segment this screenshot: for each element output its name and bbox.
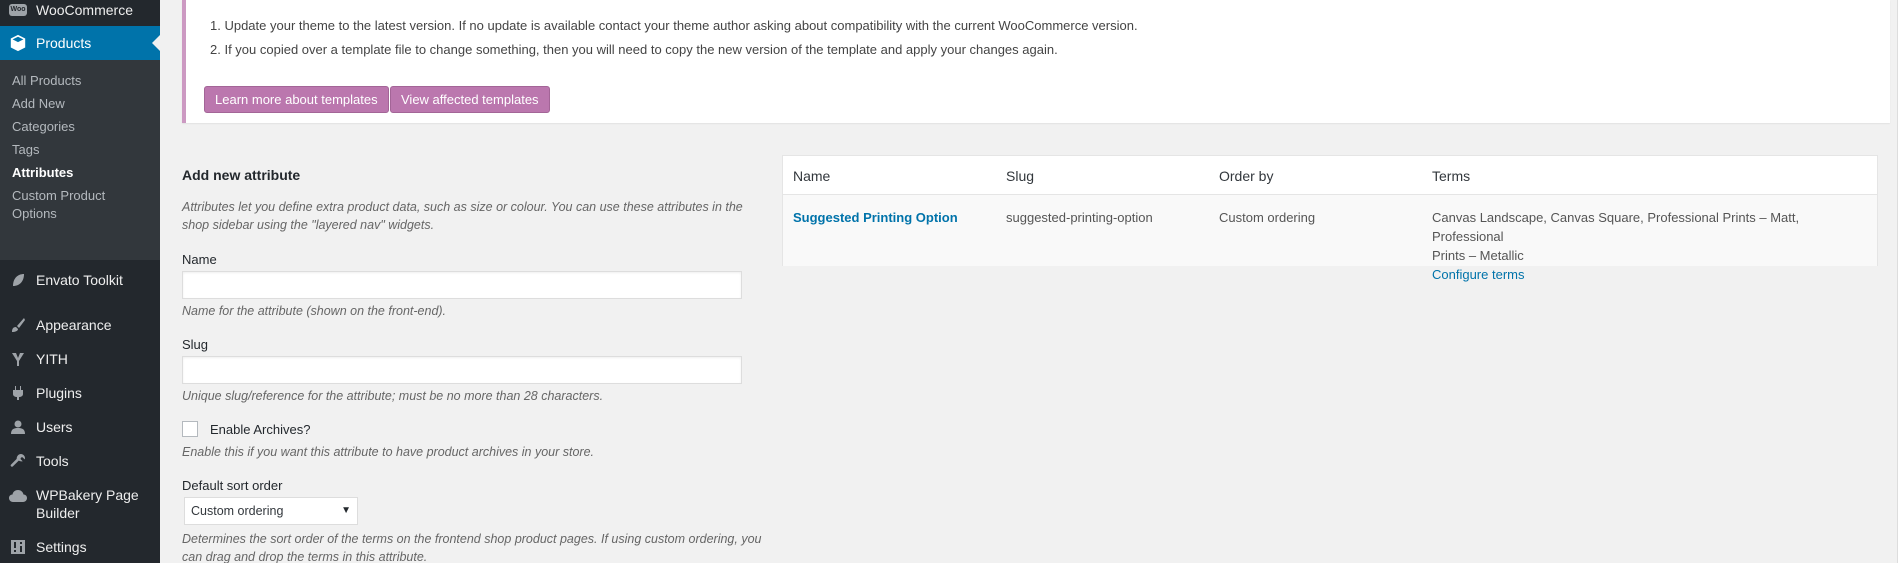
sort-desc-line1: Determines the sort order of the terms o… (182, 532, 762, 546)
name-label: Name (182, 252, 217, 267)
learn-more-templates-button[interactable]: Learn more about templates (204, 86, 389, 113)
menu-users[interactable]: Users (0, 417, 160, 437)
col-header-terms: Terms (1432, 168, 1471, 184)
table-row: Suggested Printing Option suggested-prin… (783, 194, 1877, 282)
menu-tools[interactable]: Tools (0, 451, 160, 471)
menu-settings[interactable]: Settings (0, 537, 160, 557)
submenu-add-new[interactable]: Add New (12, 95, 152, 113)
slug-label: Slug (182, 337, 209, 352)
form-intro-line1: Attributes let you define extra product … (182, 200, 743, 214)
admin-sidebar: Woo WooCommerce Products All Products Ad… (0, 0, 160, 563)
terms-line1: Canvas Landscape, Canvas Square, Profess… (1432, 210, 1800, 244)
woo-icon: Woo (0, 4, 36, 16)
user-icon (0, 419, 36, 435)
menu-appearance-label: Appearance (36, 317, 112, 333)
menu-envato-label: Envato Toolkit (36, 272, 123, 288)
notice-line-1: 1. Update your theme to the latest versi… (210, 18, 1138, 33)
attribute-slug: suggested-printing-option (1006, 210, 1153, 225)
submenu-custom-product-options[interactable]: Custom Product Options (12, 187, 152, 223)
attributes-table: Name Slug Order by Terms Suggested Print… (782, 155, 1878, 282)
menu-woocommerce-label: WooCommerce (36, 2, 133, 18)
settings-icon (0, 539, 36, 555)
form-intro-line2: shop sidebar using the "layered nav" wid… (182, 218, 435, 232)
slug-desc: Unique slug/reference for the attribute;… (182, 389, 604, 403)
sort-order-select[interactable]: Custom ordering ▼ (184, 497, 358, 525)
sort-order-label: Default sort order (182, 478, 283, 493)
enable-archives-checkbox[interactable] (182, 421, 198, 437)
enable-archives-label[interactable]: Enable Archives? (210, 422, 310, 437)
archives-desc: Enable this if you want this attribute t… (182, 445, 595, 459)
submenu-custom-product-line2: Options (12, 206, 57, 221)
col-header-slug: Slug (1006, 168, 1035, 184)
cube-icon (0, 34, 36, 52)
cloud-icon (0, 486, 36, 503)
terms-line2: Prints – Metallic (1432, 248, 1524, 263)
menu-wpbakery[interactable]: WPBakery Page Builder (0, 486, 160, 522)
form-heading: Add new attribute (182, 167, 301, 183)
products-submenu: All Products Add New Categories Tags Att… (0, 60, 160, 260)
template-notice: 1. Update your theme to the latest versi… (182, 0, 1890, 123)
menu-yith[interactable]: YITH (0, 349, 160, 369)
menu-plugins-label: Plugins (36, 385, 82, 401)
menu-appearance[interactable]: Appearance (0, 315, 160, 335)
submenu-all-products[interactable]: All Products (12, 72, 152, 90)
submenu-custom-product-line1: Custom Product (12, 188, 106, 203)
sort-order-value: Custom ordering (191, 504, 284, 518)
col-header-name[interactable]: Name (793, 168, 830, 184)
view-affected-templates-button[interactable]: View affected templates (390, 86, 550, 113)
window-scrollbar[interactable] (1897, 0, 1904, 563)
yith-icon (0, 351, 36, 367)
sort-desc-line2: can drag and drop the terms in this attr… (182, 550, 428, 563)
attribute-name-link[interactable]: Suggested Printing Option (793, 208, 958, 227)
menu-yith-label: YITH (36, 351, 68, 367)
chevron-down-icon: ▼ (341, 505, 351, 516)
submenu-attributes[interactable]: Attributes (12, 164, 152, 182)
menu-products-label: Products (36, 35, 92, 51)
menu-wpbakery-line2: Builder (36, 505, 80, 521)
name-desc: Name for the attribute (shown on the fro… (182, 304, 447, 318)
leaf-icon (0, 272, 36, 288)
menu-wpbakery-line1: WPBakery Page (36, 487, 139, 503)
attribute-order-by: Custom ordering (1219, 210, 1316, 225)
menu-plugins[interactable]: Plugins (0, 383, 160, 403)
menu-wpbakery-label: WPBakery Page Builder (36, 486, 139, 522)
menu-users-label: Users (36, 419, 73, 435)
menu-settings-label: Settings (36, 539, 87, 555)
notice-line-2: 2. If you copied over a template file to… (210, 42, 1058, 57)
wrench-icon (0, 453, 36, 469)
menu-woocommerce[interactable]: Woo WooCommerce (0, 0, 160, 20)
attribute-terms: Canvas Landscape, Canvas Square, Profess… (1432, 208, 1872, 284)
brush-icon (0, 317, 36, 333)
submenu-categories[interactable]: Categories (12, 118, 152, 136)
col-header-order-by: Order by (1219, 168, 1274, 184)
submenu-tags[interactable]: Tags (12, 141, 152, 159)
slug-input[interactable] (182, 356, 742, 384)
configure-terms-link[interactable]: Configure terms (1432, 265, 1872, 284)
menu-envato-toolkit[interactable]: Envato Toolkit (0, 270, 160, 290)
menu-tools-label: Tools (36, 453, 69, 469)
menu-products[interactable]: Products (0, 26, 160, 60)
plug-icon (0, 385, 36, 401)
name-input[interactable] (182, 271, 742, 299)
